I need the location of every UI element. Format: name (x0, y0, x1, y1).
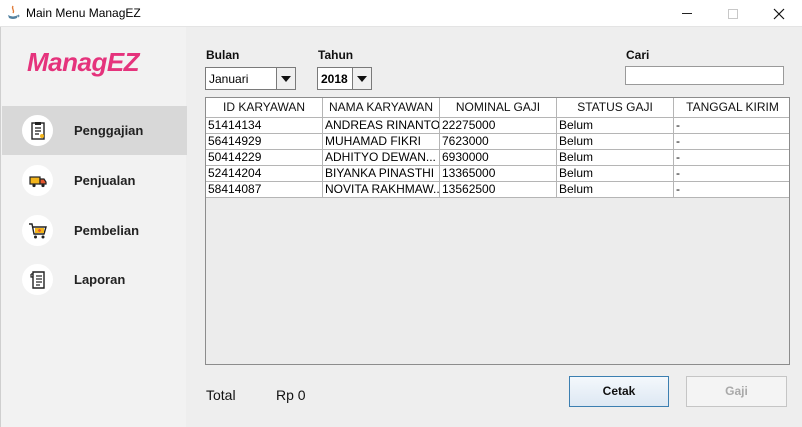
total-value: Rp 0 (276, 387, 306, 403)
sidebar-item-label: Pembelian (74, 223, 140, 238)
column-header[interactable]: STATUS GAJI (557, 98, 674, 118)
table-cell: Belum (557, 118, 674, 133)
java-app-icon (8, 5, 20, 19)
table-cell: Belum (557, 134, 674, 149)
minimize-icon (682, 13, 692, 14)
table-cell: ANDREAS RINANTO (325, 118, 440, 133)
column-header[interactable]: NOMINAL GAJI (440, 98, 557, 118)
sidebar-item-penggajian[interactable]: Penggajian (2, 106, 187, 155)
table-cell: 56414929 (206, 134, 323, 149)
table-cell: 50414229 (206, 150, 323, 165)
table-header: ID KARYAWAN NAMA KARYAWAN NOMINAL GAJI S… (206, 98, 789, 118)
table-cell: 6930000 (440, 150, 557, 165)
table-cell: BIYANKA PINASTHI (323, 166, 440, 181)
table-cell: 51414134 (206, 118, 323, 133)
table-cell: - (674, 134, 789, 149)
table-cell: 52414204 (206, 166, 323, 181)
table-cell: - (674, 182, 789, 197)
table-row[interactable]: 58414087 NOVITA RAKHMAW... 13562500 Belu… (206, 182, 789, 198)
app-logo: ManagEZ (27, 47, 140, 77)
cari-label: Cari (626, 48, 650, 62)
chevron-down-icon[interactable] (352, 68, 371, 89)
total-label: Total (206, 387, 236, 403)
tahun-selected-value: 2018 (321, 72, 348, 86)
close-button[interactable] (756, 0, 802, 27)
delivery-truck-icon (28, 175, 47, 187)
table-cell: Belum (557, 166, 674, 181)
table-cell: 13562500 (440, 182, 557, 197)
column-header[interactable]: TANGGAL KIRIM (674, 98, 789, 118)
gaji-button[interactable]: Gaji (686, 376, 787, 407)
report-receipt-icon (29, 270, 45, 289)
window-title: Main Menu ManagEZ (26, 6, 141, 20)
sidebar-item-label: Penjualan (74, 173, 136, 188)
sidebar: ManagEZ Penggajian Penjualan Pembelian L… (0, 27, 187, 427)
maximize-button[interactable] (710, 0, 756, 27)
table-cell: Belum (557, 150, 674, 165)
window-content: ManagEZ Penggajian Penjualan Pembelian L… (0, 27, 802, 427)
table-cell: - (674, 166, 789, 181)
bulan-selected-value: Januari (209, 72, 249, 86)
tahun-select[interactable]: 2018 (317, 67, 372, 90)
payroll-table[interactable]: ID KARYAWAN NAMA KARYAWAN NOMINAL GAJI S… (205, 97, 790, 365)
table-cell: 58414087 (206, 182, 323, 197)
close-icon (773, 8, 785, 19)
search-input[interactable] (625, 66, 784, 85)
shopping-cart-icon (28, 222, 47, 238)
table-cell: 22275000 (440, 118, 557, 133)
sidebar-item-laporan[interactable]: Laporan (2, 255, 187, 304)
bulan-select[interactable]: Januari (205, 67, 296, 90)
sidebar-item-pembelian[interactable]: Pembelian (2, 206, 187, 255)
table-cell: MUHAMAD FIKRI (323, 134, 440, 149)
table-row[interactable]: 56414929 MUHAMAD FIKRI 7623000 Belum - (206, 134, 789, 150)
payroll-document-icon (30, 121, 45, 140)
table-cell: 13365000 (440, 166, 557, 181)
table-row[interactable]: 52414204 BIYANKA PINASTHI 13365000 Belum… (206, 166, 789, 182)
column-header[interactable]: NAMA KARYAWAN (323, 98, 440, 118)
cetak-button[interactable]: Cetak (569, 376, 669, 407)
bulan-label: Bulan (206, 48, 240, 62)
table-cell: - (674, 150, 789, 165)
title-bar: Main Menu ManagEZ (0, 0, 802, 27)
table-body: 51414134 ANDREAS RINANTO 22275000 Belum … (206, 118, 789, 198)
table-row[interactable]: 51414134 ANDREAS RINANTO 22275000 Belum … (206, 118, 789, 134)
table-cell: ADHITYO DEWAN... (323, 150, 440, 165)
table-cell: NOVITA RAKHMAW... (325, 182, 440, 197)
table-row[interactable]: 50414229 ADHITYO DEWAN... 6930000 Belum … (206, 150, 789, 166)
sidebar-item-penjualan[interactable]: Penjualan (2, 156, 187, 205)
table-cell: 7623000 (440, 134, 557, 149)
column-header[interactable]: ID KARYAWAN (206, 98, 323, 118)
tahun-label: Tahun (318, 48, 354, 62)
table-cell: - (674, 118, 789, 133)
sidebar-item-label: Penggajian (74, 123, 144, 138)
table-cell: Belum (557, 182, 674, 197)
chevron-down-icon[interactable] (276, 68, 295, 89)
minimize-button[interactable] (664, 0, 710, 27)
sidebar-item-label: Laporan (74, 272, 126, 287)
maximize-icon (728, 8, 738, 19)
